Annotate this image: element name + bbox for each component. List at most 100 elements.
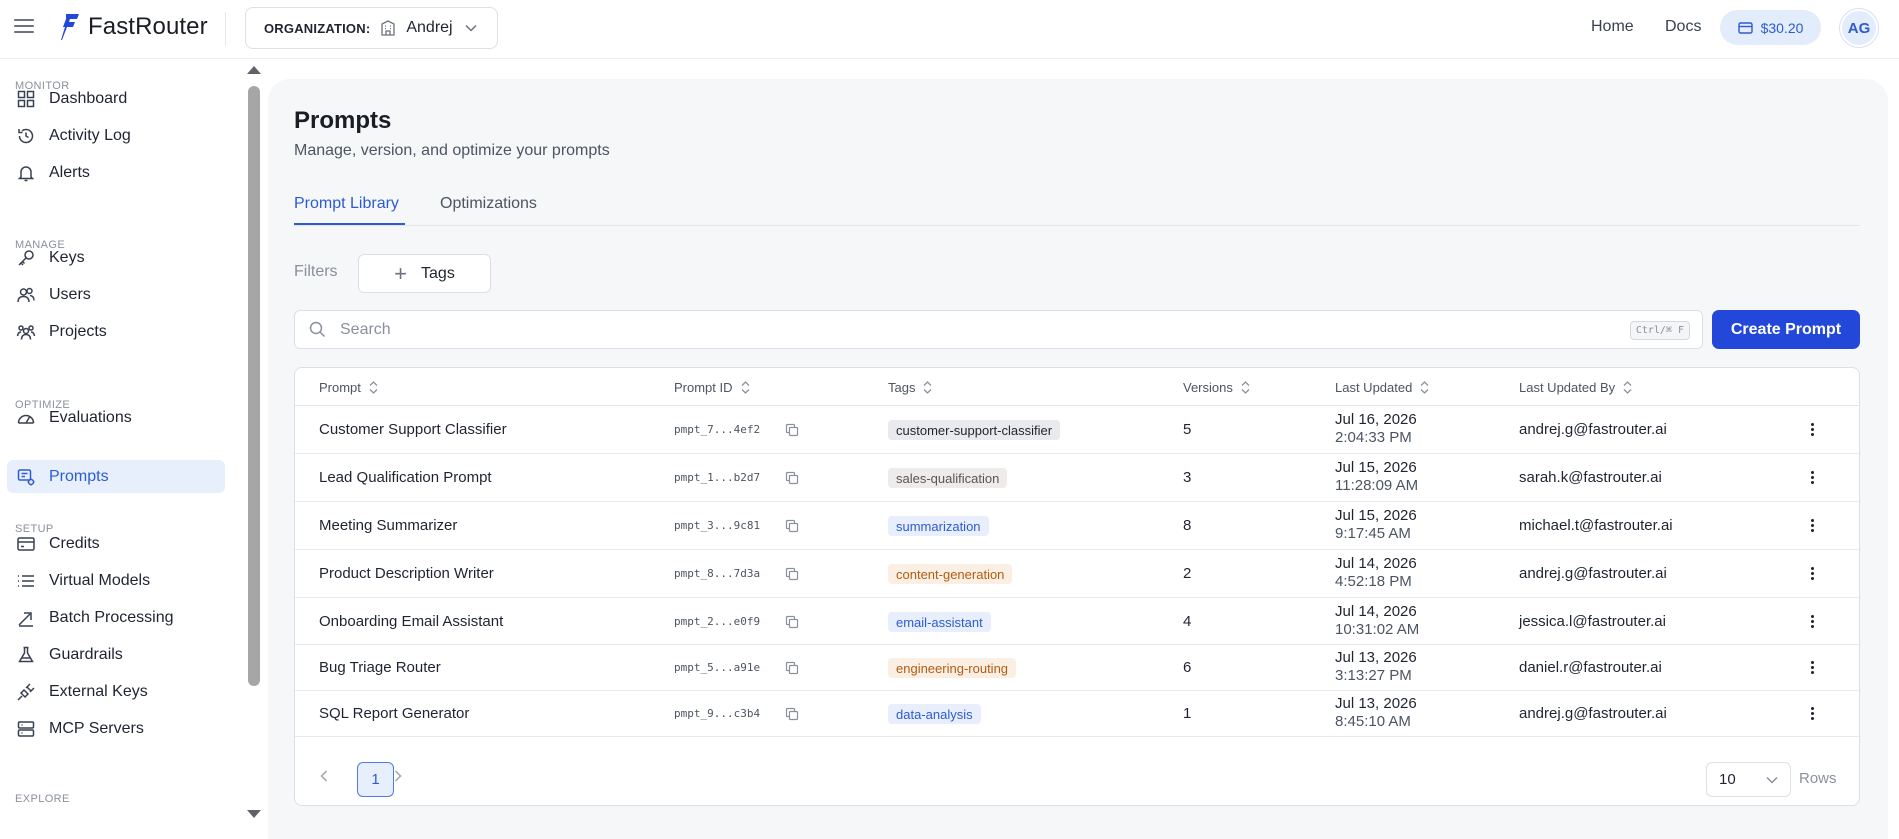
add-tags-filter-button[interactable]: + Tags xyxy=(358,254,491,293)
filters-label: Filters xyxy=(294,263,338,280)
last-updated-by: sarah.k@fastrouter.ai xyxy=(1519,469,1662,486)
sidebar-item-alerts[interactable]: Alerts xyxy=(7,156,225,189)
last-updated-by: daniel.r@fastrouter.ai xyxy=(1519,659,1662,676)
sidebar-item-mcp-servers[interactable]: MCP Servers xyxy=(7,712,225,745)
previous-page-button[interactable] xyxy=(315,767,333,785)
column-header[interactable]: Prompt ID xyxy=(674,380,750,395)
sidebar-item-users[interactable]: Users xyxy=(7,278,225,311)
users-icon xyxy=(17,287,35,302)
column-header[interactable]: Last Updated xyxy=(1335,380,1429,395)
copy-icon[interactable] xyxy=(785,423,799,437)
sidebar: MONITOR Dashboard Activity Log Alerts MA… xyxy=(0,59,240,828)
search-icon xyxy=(309,321,326,338)
more-options-icon[interactable] xyxy=(1811,471,1815,486)
sidebar-item-evaluations[interactable]: Evaluations xyxy=(7,401,225,434)
prompt-name[interactable]: Lead Qualification Prompt xyxy=(319,469,492,486)
column-header[interactable]: Versions xyxy=(1183,380,1250,395)
column-header[interactable]: Prompt xyxy=(319,380,378,395)
last-updated-by: andrej.g@fastrouter.ai xyxy=(1519,705,1667,722)
prompt-name[interactable]: Onboarding Email Assistant xyxy=(319,613,503,630)
docs-link[interactable]: Docs xyxy=(1665,18,1701,36)
table-row[interactable]: SQL Report Generator pmpt_9...c3b4 data-an… xyxy=(295,691,1859,737)
search-input[interactable] xyxy=(340,320,1540,339)
sidebar-item-dashboard[interactable]: Dashboard xyxy=(7,82,225,115)
sidebar-item-credits[interactable]: Credits xyxy=(7,527,225,560)
column-header-label: Tags xyxy=(888,380,916,395)
more-options-icon[interactable] xyxy=(1811,661,1815,676)
more-options-icon[interactable] xyxy=(1811,423,1815,438)
table-row[interactable]: Product Description Writer pmpt_8...7d3a c… xyxy=(295,550,1859,598)
menu-icon[interactable] xyxy=(14,19,34,37)
sidebar-item-prompts[interactable]: Prompts xyxy=(7,460,225,493)
scroll-down-arrow[interactable] xyxy=(247,810,261,818)
create-prompt-button[interactable]: Create Prompt xyxy=(1712,310,1860,349)
copy-icon[interactable] xyxy=(785,567,799,581)
sidebar-item-keys[interactable]: Keys xyxy=(7,241,225,274)
column-header[interactable]: Tags xyxy=(888,380,932,395)
more-options-icon[interactable] xyxy=(1811,567,1815,582)
credits-balance-button[interactable]: $30.20 xyxy=(1720,10,1821,45)
sidebar-item-batch-processing[interactable]: Batch Processing xyxy=(7,601,225,634)
sidebar-item-virtual-models[interactable]: Virtual Models xyxy=(7,564,225,597)
copy-icon[interactable] xyxy=(785,615,799,629)
sidebar-item-guardrails[interactable]: Guardrails xyxy=(7,638,225,671)
tag-badge: data-analysis xyxy=(888,704,981,724)
prompt-id: pmpt_2...e0f9 xyxy=(674,615,761,628)
sidebar-item-label: Guardrails xyxy=(49,645,123,663)
prompt-name[interactable]: Meeting Summarizer xyxy=(319,517,457,534)
sidebar-item-label: MCP Servers xyxy=(49,719,144,737)
table-row[interactable]: Lead Qualification Prompt pmpt_1...b2d7 sa… xyxy=(295,454,1859,502)
more-options-icon[interactable] xyxy=(1811,519,1815,534)
rows-per-page-value: 10 xyxy=(1719,771,1736,788)
last-updated-date: Jul 13, 2026 xyxy=(1335,695,1417,712)
user-avatar[interactable]: AG xyxy=(1840,9,1878,47)
fastrouter-logo-icon xyxy=(61,14,79,40)
prompt-name[interactable]: Customer Support Classifier xyxy=(319,421,507,438)
more-options-icon[interactable] xyxy=(1811,615,1815,630)
sidebar-item-activity-log[interactable]: Activity Log xyxy=(7,119,225,152)
sidebar-item-label: Alerts xyxy=(49,163,90,181)
last-updated-time: 3:13:27 PM xyxy=(1335,667,1412,684)
prompt-id: pmpt_8...7d3a xyxy=(674,567,761,580)
tab-prompt-library[interactable]: Prompt Library xyxy=(294,195,399,213)
organization-label: ORGANIZATION: xyxy=(264,20,371,36)
prompt-name[interactable]: Product Description Writer xyxy=(319,565,494,582)
prompt-name[interactable]: Bug Triage Router xyxy=(319,659,441,676)
page-title: Prompts xyxy=(294,107,392,134)
table-row[interactable]: Bug Triage Router pmpt_5...a91e engineerin… xyxy=(295,645,1859,691)
scroll-up-arrow[interactable] xyxy=(247,66,261,74)
prompt-id: pmpt_1...b2d7 xyxy=(674,471,761,484)
copy-icon[interactable] xyxy=(785,519,799,533)
column-header-label: Prompt xyxy=(319,380,361,395)
version-count: 4 xyxy=(1183,613,1192,630)
sidebar-item-label: External Keys xyxy=(49,682,148,700)
column-header[interactable]: Last Updated By xyxy=(1519,380,1632,395)
copy-icon[interactable] xyxy=(785,661,799,675)
batch-icon xyxy=(18,611,33,627)
last-updated: Jul 14, 2026 10:31:02 AM xyxy=(1335,603,1419,638)
home-link[interactable]: Home xyxy=(1591,18,1634,36)
table-row[interactable]: Onboarding Email Assistant pmpt_2...e0f9 e… xyxy=(295,598,1859,645)
copy-icon[interactable] xyxy=(785,707,799,721)
server-icon xyxy=(17,720,35,737)
tags-button-label: Tags xyxy=(421,264,455,282)
sidebar-item-external-keys[interactable]: External Keys xyxy=(7,675,225,708)
table-row[interactable]: Customer Support Classifier pmpt_7...4ef2… xyxy=(295,406,1859,454)
brand-logo[interactable]: FastRouter xyxy=(58,13,208,41)
more-options-icon[interactable] xyxy=(1811,707,1815,722)
last-updated-date: Jul 16, 2026 xyxy=(1335,411,1417,428)
next-page-button[interactable] xyxy=(389,767,407,785)
organization-selector[interactable]: ORGANIZATION: Andrej xyxy=(245,7,498,49)
active-tab-indicator xyxy=(294,223,405,225)
tab-optimizations[interactable]: Optimizations xyxy=(440,195,537,213)
sidebar-item-label: Projects xyxy=(49,322,107,340)
sidebar-scrollbar-thumb[interactable] xyxy=(248,86,260,686)
tag-badge: content-generation xyxy=(888,564,1013,584)
copy-icon[interactable] xyxy=(785,471,799,485)
last-updated-date: Jul 14, 2026 xyxy=(1335,555,1417,572)
rows-per-page-select[interactable]: 10 xyxy=(1706,762,1791,797)
prompt-name[interactable]: SQL Report Generator xyxy=(319,705,469,722)
chevron-right-icon xyxy=(394,770,402,782)
table-row[interactable]: Meeting Summarizer pmpt_3...9c81 summariza… xyxy=(295,502,1859,550)
sidebar-item-projects[interactable]: Projects xyxy=(7,315,225,348)
